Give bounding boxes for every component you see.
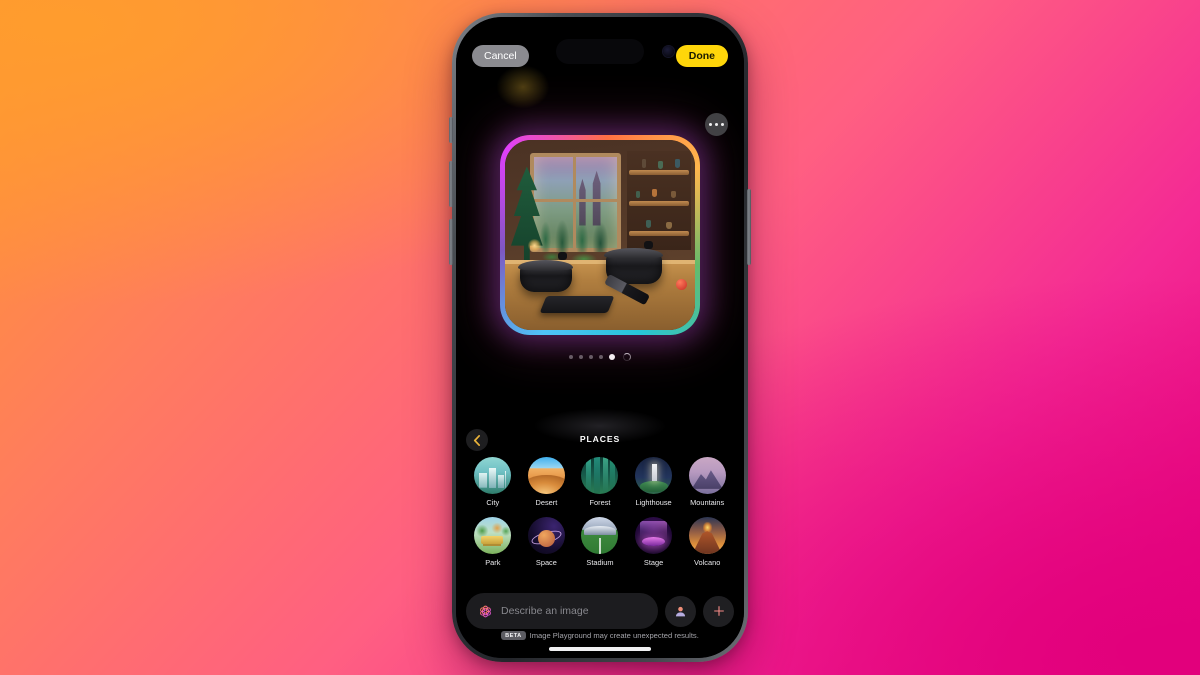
category-label: Park bbox=[485, 558, 501, 567]
category-grid: City Desert Forest Lighthouse Mountains bbox=[466, 457, 734, 567]
phone-screen-bezel: Cancel Done PLACES City Desert Forest Li… bbox=[456, 17, 744, 658]
prompt-field[interactable] bbox=[466, 593, 658, 629]
home-indicator[interactable] bbox=[549, 647, 651, 651]
park-thumbnail bbox=[474, 517, 512, 554]
category-label: Forest bbox=[589, 498, 611, 507]
category-item-stadium[interactable]: Stadium bbox=[573, 517, 627, 567]
stadium-thumbnail bbox=[581, 517, 619, 554]
category-label: Desert bbox=[535, 498, 558, 507]
done-button[interactable]: Done bbox=[675, 45, 728, 67]
page-dot[interactable] bbox=[599, 355, 603, 359]
category-label: Space bbox=[535, 558, 557, 567]
app-screen: Cancel Done PLACES City Desert Forest Li… bbox=[456, 17, 744, 658]
desert-thumbnail bbox=[527, 457, 565, 494]
power-button[interactable] bbox=[747, 189, 751, 265]
category-label: Mountains bbox=[690, 498, 725, 507]
page-indicator[interactable] bbox=[456, 353, 744, 361]
stage-thumbnail bbox=[635, 517, 673, 554]
page-dot-active[interactable] bbox=[609, 354, 615, 360]
category-item-volcano[interactable]: Volcano bbox=[680, 517, 734, 567]
category-label: City bbox=[486, 498, 500, 507]
category-item-space[interactable]: Space bbox=[520, 517, 574, 567]
plus-icon[interactable] bbox=[703, 595, 734, 627]
category-title: PLACES bbox=[579, 434, 621, 444]
volcano-thumbnail bbox=[688, 517, 726, 554]
silent-switch-button[interactable] bbox=[449, 117, 453, 143]
category-item-stage[interactable]: Stage bbox=[627, 517, 681, 567]
city-thumbnail bbox=[474, 457, 512, 494]
apple-intelligence-icon bbox=[480, 605, 491, 617]
ellipsis-icon[interactable] bbox=[705, 113, 728, 136]
disclaimer-text: Image Playground may create unexpected r… bbox=[529, 631, 699, 640]
loading-spinner-icon bbox=[623, 353, 631, 361]
navigation-bar: Cancel Done bbox=[456, 41, 744, 71]
preview-area bbox=[456, 113, 744, 335]
category-item-lighthouse[interactable]: Lighthouse bbox=[627, 457, 681, 507]
volume-up-button[interactable] bbox=[449, 161, 453, 207]
generated-image[interactable] bbox=[505, 140, 695, 330]
generated-image-card[interactable] bbox=[500, 113, 728, 335]
category-header: PLACES bbox=[456, 429, 744, 455]
person-icon[interactable] bbox=[665, 595, 696, 627]
volume-down-button[interactable] bbox=[449, 219, 453, 265]
category-label: Stage bbox=[643, 558, 664, 567]
cancel-button[interactable]: Cancel bbox=[472, 45, 529, 67]
category-item-mountains[interactable]: Mountains bbox=[680, 457, 734, 507]
category-item-forest[interactable]: Forest bbox=[573, 457, 627, 507]
page-dot[interactable] bbox=[579, 355, 583, 359]
forest-thumbnail bbox=[581, 457, 619, 494]
ambient-glow bbox=[496, 65, 550, 109]
iphone-device-frame: Cancel Done PLACES City Desert Forest Li… bbox=[449, 13, 751, 662]
space-thumbnail bbox=[527, 517, 565, 554]
category-label: Volcano bbox=[694, 558, 721, 567]
mountains-thumbnail bbox=[688, 457, 726, 494]
category-label: Stadium bbox=[586, 558, 614, 567]
lighthouse-thumbnail bbox=[635, 457, 673, 494]
page-dot[interactable] bbox=[589, 355, 593, 359]
prompt-bar bbox=[466, 593, 734, 629]
category-item-city[interactable]: City bbox=[466, 457, 520, 507]
prompt-input[interactable] bbox=[501, 605, 646, 617]
beta-badge: BETA bbox=[501, 631, 526, 640]
category-item-desert[interactable]: Desert bbox=[520, 457, 574, 507]
page-dot[interactable] bbox=[569, 355, 573, 359]
disclaimer: BETA Image Playground may create unexpec… bbox=[456, 631, 744, 640]
category-label: Lighthouse bbox=[635, 498, 672, 507]
category-item-park[interactable]: Park bbox=[466, 517, 520, 567]
